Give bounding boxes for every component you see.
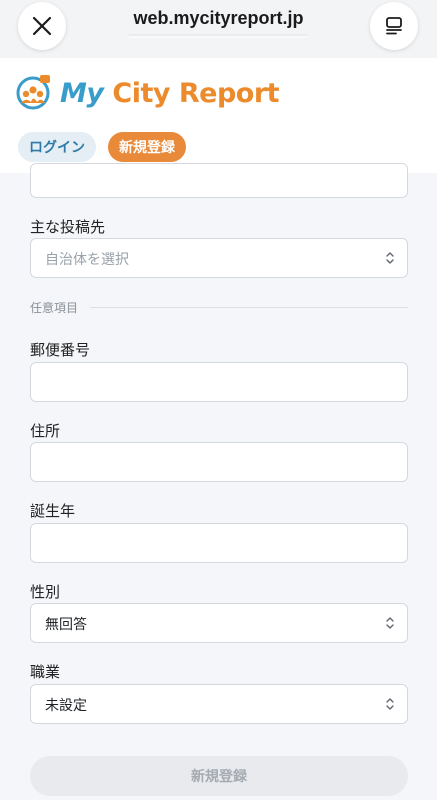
logo-city-report-text: City Report xyxy=(112,77,280,109)
birth-year-label: 誕生年 xyxy=(30,502,76,520)
occupation-select[interactable]: 未設定 xyxy=(30,684,408,724)
tabs-icon xyxy=(386,17,402,35)
chevron-updown-icon xyxy=(386,617,394,629)
main-post-placeholder: 自治体を選択 xyxy=(45,252,129,268)
auth-buttons: ログイン 新規登録 xyxy=(18,132,186,162)
signup-form: 主な投稿先 自治体を選択 任意項目 郵便番号 住所 誕生年 性別 無回答 職業 … xyxy=(0,163,437,800)
login-button[interactable]: ログイン xyxy=(18,132,96,162)
chevron-updown-icon xyxy=(386,698,394,710)
gender-select[interactable]: 無回答 xyxy=(30,603,408,643)
occupation-label: 職業 xyxy=(30,663,61,681)
postal-code-label: 郵便番号 xyxy=(30,341,91,359)
logo-wordmark: My City Report xyxy=(60,77,280,109)
logo-mark-icon xyxy=(16,75,50,110)
chevron-updown-icon xyxy=(386,252,394,264)
optional-section-divider: 任意項目 xyxy=(30,299,408,315)
address-input[interactable] xyxy=(30,442,408,482)
site-logo[interactable]: My City Report xyxy=(16,70,280,116)
optional-section-title: 任意項目 xyxy=(30,300,79,315)
main-post-label: 主な投稿先 xyxy=(30,218,106,236)
gender-value: 無回答 xyxy=(45,617,87,633)
gender-label: 性別 xyxy=(30,583,61,601)
signup-header-button[interactable]: 新規登録 xyxy=(108,132,186,162)
logo-my-text: My xyxy=(60,77,104,109)
divider-line xyxy=(90,306,408,308)
occupation-value: 未設定 xyxy=(45,698,87,714)
site-header: My City Report ログイン 新規登録 xyxy=(0,58,437,173)
submit-signup-button[interactable]: 新規登録 xyxy=(30,756,408,796)
birth-year-input[interactable] xyxy=(30,523,408,563)
main-post-select[interactable]: 自治体を選択 xyxy=(30,238,408,278)
previous-field-input[interactable] xyxy=(30,163,408,198)
tabs-button[interactable] xyxy=(370,2,418,50)
browser-toolbar: web.mycityreport.jp xyxy=(0,0,437,58)
postal-code-input[interactable] xyxy=(30,362,408,402)
url-underline xyxy=(128,34,308,38)
address-label: 住所 xyxy=(30,422,61,440)
